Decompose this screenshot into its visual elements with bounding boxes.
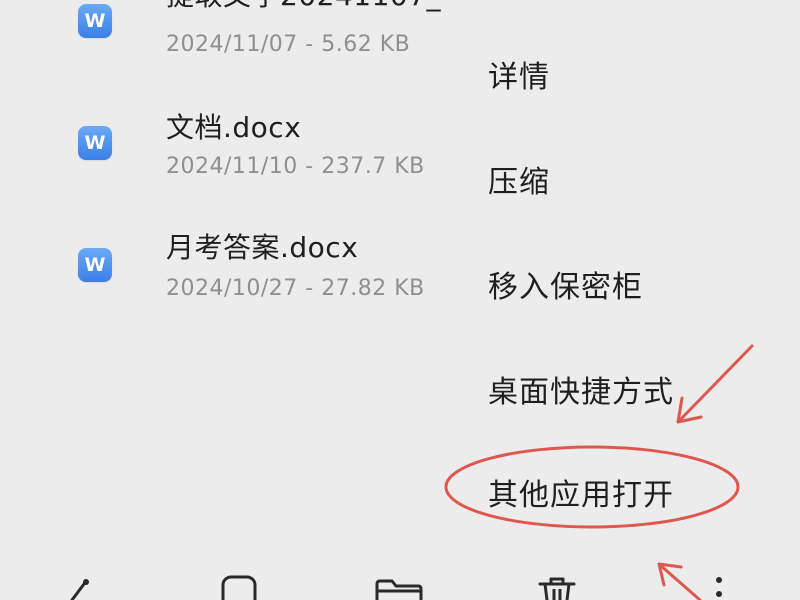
copy-icon[interactable] — [220, 574, 260, 600]
file-meta: 2024/11/10 - 237.7 KB — [166, 154, 425, 179]
annotation-arrow-down — [676, 344, 754, 424]
list-item[interactable]: W 月考答案.docx 2024/10/27 - 27.82 KB — [0, 212, 470, 322]
list-item[interactable]: W 文档.docx 2024/11/10 - 237.7 KB — [0, 92, 470, 202]
menu-item-details[interactable]: 详情 — [488, 52, 550, 96]
file-name: 文档.docx — [166, 111, 302, 144]
delete-icon[interactable] — [536, 576, 578, 600]
menu-item-compress[interactable]: 压缩 — [488, 157, 550, 201]
share-icon[interactable] — [64, 568, 94, 600]
menu-item-desktop-shortcut[interactable]: 桌面快捷方式 — [488, 367, 674, 411]
more-icon[interactable] — [712, 574, 726, 600]
file-name: 月考答案.docx — [166, 231, 359, 264]
word-doc-icon: W — [78, 126, 112, 160]
list-item[interactable]: W 提取文字20241107_ 2024/11/07 - 5.62 KB — [0, 0, 470, 92]
move-to-folder-icon[interactable] — [374, 578, 424, 600]
annotation-arrow-up — [657, 562, 702, 600]
menu-item-move-to-safe[interactable]: 移入保密柜 — [488, 262, 643, 306]
file-meta: 2024/11/07 - 5.62 KB — [166, 32, 411, 57]
file-meta: 2024/10/27 - 27.82 KB — [166, 276, 425, 301]
word-doc-icon: W — [78, 4, 112, 38]
word-doc-icon: W — [78, 248, 112, 282]
menu-item-open-with-other-app[interactable]: 其他应用打开 — [488, 470, 674, 514]
file-name: 提取文字20241107_ — [166, 0, 441, 14]
